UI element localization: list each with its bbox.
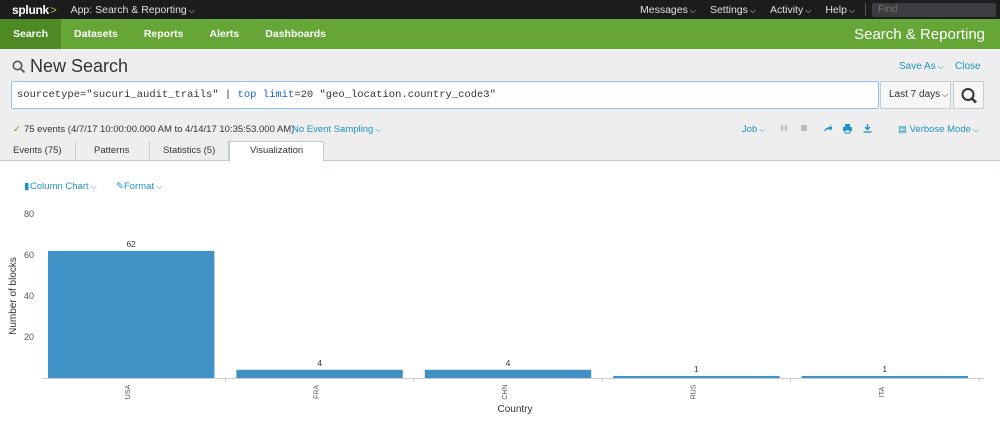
chevron-down-icon: ⌵ [375, 125, 382, 134]
activity-menu[interactable]: Activity ⌵ [770, 4, 811, 16]
chevron-down-icon: ⌵ [749, 5, 756, 15]
stop-icon[interactable] [799, 122, 809, 134]
share-icon[interactable] [822, 122, 833, 134]
event-count-status: ✓ 75 events (4/7/17 10:00:00.000 AM to 4/… [13, 124, 295, 135]
y-axis-title: Number of blocks [8, 257, 19, 335]
chevron-down-icon: ⌵ [848, 5, 855, 15]
results-tabs: Events (75) Patterns Statistics (5) Visu… [0, 141, 1000, 162]
bar-usa[interactable] [48, 250, 215, 378]
chevron-down-icon: ⌵ [972, 125, 979, 134]
chevron-down-icon: ⌵ [942, 90, 949, 99]
data-label: 1 [882, 364, 887, 374]
chevron-down-icon: ⌵ [689, 5, 696, 15]
x-tick-label: USA [125, 384, 132, 399]
splunk-logo[interactable]: splunk> [12, 3, 57, 17]
tab-statistics[interactable]: Statistics (5) [150, 141, 229, 161]
check-icon: ✓ [13, 124, 21, 135]
pause-icon[interactable] [779, 122, 789, 134]
bar-rus[interactable] [613, 375, 780, 378]
chevron-down-icon: ⌵ [188, 5, 195, 15]
y-tick-label: 20 [24, 332, 34, 342]
y-tick-label: 80 [24, 209, 34, 219]
nav-item-search[interactable]: Search [0, 19, 62, 49]
bar-chn[interactable] [424, 369, 592, 378]
column-chart: 20 40 60 80 62 USA 4 FRA 4 CHN 1 RUS 1 ITA Country N… [8, 209, 984, 415]
job-menu[interactable]: Job ⌵ [742, 124, 765, 135]
y-tick-label: 40 [24, 291, 34, 301]
chart-type-dropdown[interactable]: ▮ Column Chart ⌵ [24, 181, 97, 192]
chevron-down-icon: ⌵ [937, 62, 944, 71]
chevron-down-icon: ⌵ [759, 125, 766, 134]
title-row [0, 49, 1000, 79]
top-bar: splunk> App: Search & Reporting ⌵ Message… [0, 0, 1000, 19]
find-input[interactable] [872, 2, 996, 17]
nav-item-datasets[interactable]: Datasets [61, 19, 131, 49]
nav-item-reports[interactable]: Reports [131, 19, 197, 49]
search-icon [12, 60, 26, 74]
search-button[interactable] [953, 81, 984, 109]
time-range-picker[interactable]: Last 7 days ⌵ [880, 81, 951, 109]
close-button[interactable]: Close [955, 61, 981, 72]
chevron-down-icon: ⌵ [156, 182, 163, 191]
app-nav-bar: Search Datasets Reports Alerts Dashboard… [0, 19, 1000, 49]
nav-item-dashboards[interactable]: Dashboards [252, 19, 339, 49]
tab-events[interactable]: Events (75) [0, 141, 76, 161]
page-title: New Search [30, 56, 129, 76]
save-as-button[interactable]: Save As ⌵ [899, 61, 944, 72]
bar-ita[interactable] [801, 375, 968, 378]
x-axis-title: Country [497, 404, 532, 415]
tab-patterns[interactable]: Patterns [76, 141, 150, 161]
print-icon[interactable] [842, 122, 853, 134]
data-label: 1 [694, 364, 699, 374]
y-tick-label: 60 [24, 250, 34, 260]
tab-visualization[interactable]: Visualization [229, 141, 324, 162]
data-label: 4 [317, 358, 322, 368]
event-sampling-dropdown[interactable]: No Event Sampling ⌵ [292, 124, 381, 135]
export-icon[interactable] [862, 122, 873, 134]
data-label: 62 [126, 239, 136, 249]
app-title: Search & Reporting [854, 25, 985, 43]
nav-item-alerts[interactable]: Alerts [197, 19, 253, 49]
divider [865, 3, 866, 16]
chevron-down-icon: ⌵ [805, 5, 812, 15]
settings-menu[interactable]: Settings ⌵ [710, 4, 756, 16]
data-label: 4 [506, 358, 511, 368]
format-dropdown[interactable]: ✎Format ⌵ [116, 181, 162, 192]
chevron-down-icon: ⌵ [90, 182, 97, 191]
bar-fra[interactable] [236, 369, 403, 378]
messages-menu[interactable]: Messages ⌵ [640, 4, 696, 16]
search-icon [961, 88, 977, 104]
x-tick-label: CHN [502, 384, 509, 399]
pencil-icon: ✎ [116, 181, 124, 192]
x-tick-label: FRA [314, 385, 321, 399]
app-menu[interactable]: App: Search & Reporting ⌵ [71, 4, 195, 16]
x-tick-label: RUS [690, 384, 697, 399]
search-input[interactable]: sourcetype="sucuri_audit_trails" | top l… [11, 81, 879, 109]
help-menu[interactable]: Help ⌵ [825, 4, 855, 16]
mode-icon: ▤ [898, 124, 910, 135]
x-tick-label: ITA [879, 386, 886, 397]
search-mode-dropdown[interactable]: ▤ Verbose Mode ⌵ [898, 124, 979, 135]
